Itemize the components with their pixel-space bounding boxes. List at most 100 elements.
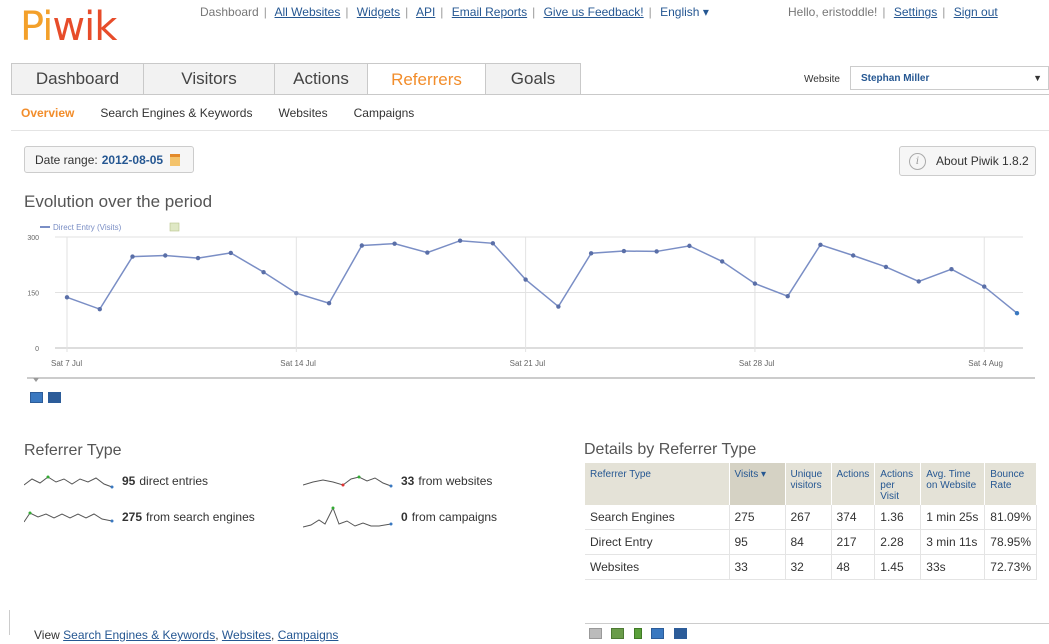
top-link-widgets[interactable]: Widgets bbox=[357, 5, 400, 19]
table-more-icon[interactable] bbox=[611, 628, 625, 639]
table-row[interactable]: Search Engines 275 267 374 1.36 1 min 25… bbox=[585, 505, 1037, 530]
col-avg-time[interactable]: Avg. Time on Website bbox=[920, 463, 986, 505]
data-point[interactable] bbox=[1014, 311, 1020, 316]
data-point[interactable] bbox=[457, 238, 463, 243]
sparkline-value: 0 bbox=[401, 510, 408, 524]
data-point[interactable] bbox=[916, 279, 921, 284]
data-point[interactable] bbox=[588, 251, 594, 256]
about-piwik-label: About Piwik 1.8.2 bbox=[936, 154, 1029, 168]
date-range-button[interactable]: Date range: 2012-08-05 bbox=[24, 146, 194, 173]
data-point[interactable] bbox=[490, 241, 496, 246]
cell-bounce-rate: 78.95% bbox=[984, 529, 1037, 555]
data-point[interactable] bbox=[97, 306, 102, 312]
table-footer-line bbox=[585, 623, 1049, 624]
data-point[interactable] bbox=[425, 250, 430, 255]
data-point[interactable] bbox=[949, 266, 954, 272]
table-icon[interactable] bbox=[589, 628, 602, 639]
cell-referrer-type[interactable]: Search Engines bbox=[585, 505, 730, 530]
data-point[interactable] bbox=[195, 255, 201, 261]
top-link-all-websites[interactable]: All Websites bbox=[275, 5, 341, 19]
sparkline-campaigns[interactable]: 0 from campaigns bbox=[303, 504, 497, 530]
top-link-api[interactable]: API bbox=[416, 5, 435, 19]
cell-visits: 95 bbox=[729, 529, 786, 555]
cell-actions: 374 bbox=[831, 505, 876, 530]
subtab-overview[interactable]: Overview bbox=[21, 106, 74, 120]
data-point[interactable] bbox=[392, 241, 397, 246]
export-icon[interactable] bbox=[169, 222, 180, 232]
website-select[interactable]: Stephan Miller ▼ bbox=[850, 66, 1049, 90]
view-link-search-engines[interactable]: Search Engines & Keywords bbox=[63, 628, 215, 642]
data-point[interactable] bbox=[64, 295, 70, 300]
data-point[interactable] bbox=[523, 277, 528, 282]
chart-grid bbox=[55, 236, 1023, 352]
subtab-campaigns[interactable]: Campaigns bbox=[354, 106, 415, 120]
cell-visits: 275 bbox=[729, 505, 786, 530]
cell-referrer-type[interactable]: Websites bbox=[585, 554, 730, 580]
settings-link[interactable]: Settings bbox=[894, 5, 937, 19]
tab-visitors[interactable]: Visitors bbox=[143, 63, 275, 94]
sparkline-search[interactable]: 275 from search engines bbox=[24, 509, 255, 525]
export-icon[interactable] bbox=[673, 628, 687, 639]
data-point[interactable] bbox=[261, 269, 266, 275]
data-point[interactable] bbox=[294, 291, 299, 296]
col-unique-visitors[interactable]: Unique visitors bbox=[785, 463, 832, 505]
data-point[interactable] bbox=[719, 259, 725, 264]
data-point[interactable] bbox=[163, 253, 168, 258]
cell-avg-time: 33s bbox=[920, 554, 986, 580]
goals-flag-icon[interactable] bbox=[633, 628, 642, 639]
tab-referrers[interactable]: Referrers bbox=[367, 63, 486, 95]
data-point[interactable] bbox=[228, 250, 233, 256]
image-icon[interactable] bbox=[48, 392, 61, 403]
subtab-search-engines[interactable]: Search Engines & Keywords bbox=[100, 106, 252, 120]
col-bounce-rate[interactable]: Bounce Rate bbox=[984, 463, 1037, 505]
subtab-websites[interactable]: Websites bbox=[278, 106, 327, 120]
data-point[interactable] bbox=[851, 253, 856, 258]
sparkline-text: from campaigns bbox=[411, 510, 498, 524]
col-actions[interactable]: Actions bbox=[831, 463, 876, 505]
subtab-divider bbox=[11, 130, 1049, 131]
bar-chart-icon[interactable] bbox=[651, 628, 665, 639]
data-point[interactable] bbox=[359, 243, 365, 248]
table-row[interactable]: Websites 33 32 48 1.45 33s 72.73% bbox=[585, 554, 1037, 580]
data-point[interactable] bbox=[326, 301, 332, 306]
top-link-email-reports[interactable]: Email Reports bbox=[452, 5, 527, 19]
chevron-down-icon: ▼ bbox=[1033, 73, 1042, 83]
col-visits[interactable]: Visits ▾ bbox=[729, 463, 786, 505]
piwik-logo[interactable]: Piwik bbox=[20, 4, 117, 50]
view-link-websites[interactable]: Websites bbox=[222, 628, 271, 642]
top-link-feedback[interactable]: Give us Feedback! bbox=[544, 5, 644, 19]
table-view-icon[interactable] bbox=[30, 392, 43, 403]
data-point[interactable] bbox=[883, 264, 889, 270]
data-point[interactable] bbox=[654, 249, 659, 254]
website-label: Website bbox=[804, 74, 840, 85]
data-point[interactable] bbox=[130, 254, 135, 259]
col-actions-per-visit[interactable]: Actions per Visit bbox=[874, 463, 922, 505]
view-link-campaigns[interactable]: Campaigns bbox=[278, 628, 339, 642]
data-point[interactable] bbox=[687, 243, 692, 249]
cell-actions: 217 bbox=[831, 529, 876, 555]
top-link-dashboard[interactable]: Dashboard bbox=[200, 5, 259, 19]
tab-actions[interactable]: Actions bbox=[274, 63, 368, 94]
date-range-label: Date range: bbox=[35, 152, 98, 167]
about-piwik-button[interactable]: i About Piwik 1.8.2 bbox=[899, 146, 1036, 176]
data-point[interactable] bbox=[818, 242, 823, 247]
tab-dashboard[interactable]: Dashboard bbox=[11, 63, 144, 94]
data-point[interactable] bbox=[982, 284, 987, 289]
cell-unique-visitors: 267 bbox=[785, 505, 832, 530]
sparkline-text: direct entries bbox=[139, 474, 209, 488]
y-tick-label: 0 bbox=[35, 346, 39, 353]
sparkline-websites[interactable]: 33 from websites bbox=[303, 473, 492, 489]
language-selector[interactable]: English ▾ bbox=[660, 5, 709, 19]
cell-referrer-type[interactable]: Direct Entry bbox=[585, 529, 730, 555]
signout-link[interactable]: Sign out bbox=[954, 5, 998, 19]
data-point[interactable] bbox=[621, 248, 627, 254]
y-tick-label: 150 bbox=[27, 291, 39, 298]
chart-legend[interactable]: Direct Entry (Visits) bbox=[40, 222, 180, 232]
table-row[interactable]: Direct Entry 95 84 217 2.28 3 min 11s 78… bbox=[585, 529, 1037, 555]
tab-goals[interactable]: Goals bbox=[485, 63, 581, 94]
sparkline-direct[interactable]: 95 direct entries bbox=[24, 473, 208, 489]
col-referrer-type[interactable]: Referrer Type bbox=[585, 463, 730, 505]
data-point[interactable] bbox=[556, 304, 561, 309]
data-point[interactable] bbox=[752, 281, 758, 286]
data-point[interactable] bbox=[785, 294, 790, 299]
